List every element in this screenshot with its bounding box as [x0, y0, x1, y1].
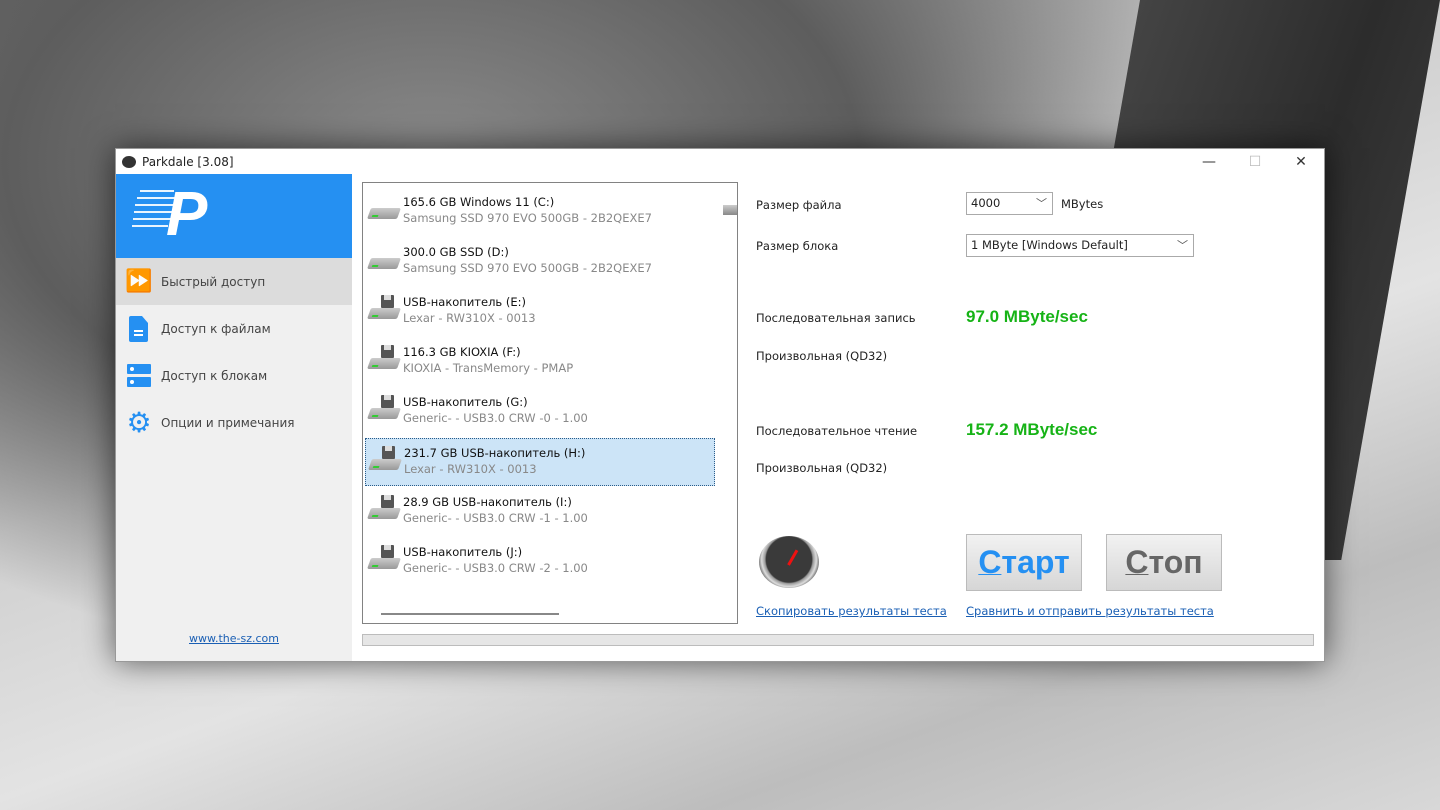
drive-list-item[interactable]: 116.3 GB KIOXIA (F:) KIOXIA - TransMemory… [365, 338, 715, 386]
close-button[interactable]: ✕ [1278, 149, 1324, 174]
drive-detail: Samsung SSD 970 EVO 500GB - 2B2QEXE7 [403, 261, 652, 275]
drive-name: 165.6 GB Windows 11 (C:) [403, 195, 555, 209]
drive-icon [366, 358, 402, 369]
file-icon [126, 315, 152, 342]
usb-floppy-icon [382, 446, 395, 459]
seq-read-value: 157.2 MByte/sec [966, 420, 1098, 439]
drive-detail: KIOXIA - TransMemory - PMAP [403, 361, 574, 375]
rand-read-label: Произвольная (QD32) [756, 461, 888, 475]
title-bar: Parkdale [3.08] — ☐ ✕ [116, 149, 1324, 174]
file-size-value: 4000 [971, 196, 1001, 210]
app-icon [122, 155, 136, 168]
drive-detail: Generic- - USB3.0 CRW -1 - 1.00 [403, 511, 588, 525]
sidebar-item-file-access[interactable]: Доступ к файлам [116, 305, 352, 352]
file-size-unit: MBytes [1061, 197, 1104, 211]
drive-icon [366, 558, 402, 569]
drive-detail: Lexar - RW310X - 0013 [403, 311, 536, 325]
seq-write-value: 97.0 MByte/sec [966, 307, 1088, 326]
drive-list[interactable]: 165.6 GB Windows 11 (C:) Samsung SSD 970 … [362, 182, 738, 624]
fast-forward-icon: ⏩ [125, 269, 153, 294]
usb-floppy-icon [381, 295, 394, 308]
server-blocks-icon [126, 363, 152, 389]
gear-icon: ⚙ [126, 406, 152, 439]
sidebar-item-quick-access[interactable]: ⏩ Быстрый доступ [116, 258, 352, 305]
maximize-button[interactable]: ☐ [1232, 149, 1278, 174]
drive-list-item[interactable]: USB-накопитель (J:) Generic- - USB3.0 CRW… [365, 538, 715, 586]
file-size-label: Размер файла [756, 198, 842, 212]
block-size-value: 1 MByte [Windows Default] [971, 238, 1128, 252]
sidebar-item-label: Доступ к блокам [161, 368, 268, 383]
drive-icon [366, 308, 402, 319]
drive-icon [367, 459, 403, 470]
sidebar-item-label: Доступ к файлам [161, 321, 271, 336]
copy-results-link[interactable]: Скопировать результаты теста [756, 604, 947, 618]
drive-name: USB-накопитель (E:) [403, 295, 526, 309]
chevron-down-icon: ﹀ [1177, 239, 1188, 252]
drive-name: 116.3 GB KIOXIA (F:) [403, 345, 521, 359]
sidebar: P ⏩ Быстрый доступ Доступ к файлам Доступ… [116, 174, 352, 661]
drive-list-item[interactable]: 165.6 GB Windows 11 (C:) Samsung SSD 970 … [365, 188, 715, 236]
app-window: Parkdale [3.08] — ☐ ✕ P ⏩ Быстрый доступ … [115, 148, 1325, 662]
sidebar-item-label: Опции и примечания [161, 415, 295, 430]
drive-icon [723, 205, 737, 215]
drive-detail: Generic- - USB3.0 CRW -2 - 1.00 [403, 561, 588, 575]
stop-accel: С [1125, 544, 1149, 580]
horizontal-scrollbar[interactable] [381, 613, 559, 615]
usb-floppy-icon [381, 345, 394, 358]
rand-write-label: Произвольная (QD32) [756, 349, 888, 363]
usb-floppy-icon [381, 495, 394, 508]
progress-bar [362, 634, 1314, 646]
window-title: Parkdale [3.08] [142, 154, 234, 169]
drive-list-item[interactable]: USB-накопитель (E:) Lexar - RW310X - 0013 [365, 288, 715, 336]
stop-button[interactable]: Стоп [1106, 534, 1222, 591]
parkdale-logo: P [116, 174, 352, 258]
website-link[interactable]: www.the-sz.com [116, 632, 352, 645]
usb-floppy-icon [381, 545, 394, 558]
drive-detail: Samsung SSD 970 EVO 500GB - 2B2QEXE7 [403, 211, 652, 225]
drive-icon [366, 508, 402, 519]
drive-name: USB-накопитель (G:) [403, 395, 528, 409]
drive-detail: Lexar - RW310X - 0013 [404, 462, 537, 476]
speedometer-icon [759, 536, 819, 588]
drive-list-item[interactable]: 300.0 GB SSD (D:) Samsung SSD 970 EVO 500… [365, 238, 715, 286]
sidebar-item-options[interactable]: ⚙ Опции и примечания [116, 399, 352, 446]
seq-read-label: Последовательное чтение [756, 424, 918, 438]
drive-icon [366, 208, 402, 219]
file-size-select[interactable]: 4000 ﹀ [966, 192, 1053, 215]
drive-name: 300.0 GB SSD (D:) [403, 245, 509, 259]
drive-name: 28.9 GB USB-накопитель (I:) [403, 495, 572, 509]
block-size-select[interactable]: 1 MByte [Windows Default] ﹀ [966, 234, 1194, 257]
sidebar-item-block-access[interactable]: Доступ к блокам [116, 352, 352, 399]
start-button[interactable]: Старт [966, 534, 1082, 591]
drive-name: USB-накопитель (J:) [403, 545, 523, 559]
minimize-button[interactable]: — [1186, 149, 1232, 174]
drive-icon [366, 408, 402, 419]
drive-detail: Generic- - USB3.0 CRW -0 - 1.00 [403, 411, 588, 425]
start-label: тарт [1001, 544, 1070, 580]
drive-list-item[interactable]: 28.9 GB USB-накопитель (I:) Generic- - US… [365, 488, 715, 536]
compare-results-link[interactable]: Сравнить и отправить результаты теста [966, 604, 1214, 618]
block-size-label: Размер блока [756, 239, 839, 253]
drive-list-item[interactable]: USB-накопитель (G:) Generic- - USB3.0 CRW… [365, 388, 715, 436]
usb-floppy-icon [381, 395, 394, 408]
chevron-down-icon: ﹀ [1036, 197, 1047, 210]
drive-icon [366, 258, 402, 269]
start-accel: С [978, 544, 1002, 580]
stop-label: топ [1148, 544, 1203, 580]
seq-write-label: Последовательная запись [756, 311, 916, 325]
sidebar-item-label: Быстрый доступ [161, 274, 266, 289]
drive-list-item[interactable]: 231.7 GB USB-накопитель (H:) Lexar - RW31… [365, 438, 715, 486]
drive-name: 231.7 GB USB-накопитель (H:) [404, 446, 586, 460]
